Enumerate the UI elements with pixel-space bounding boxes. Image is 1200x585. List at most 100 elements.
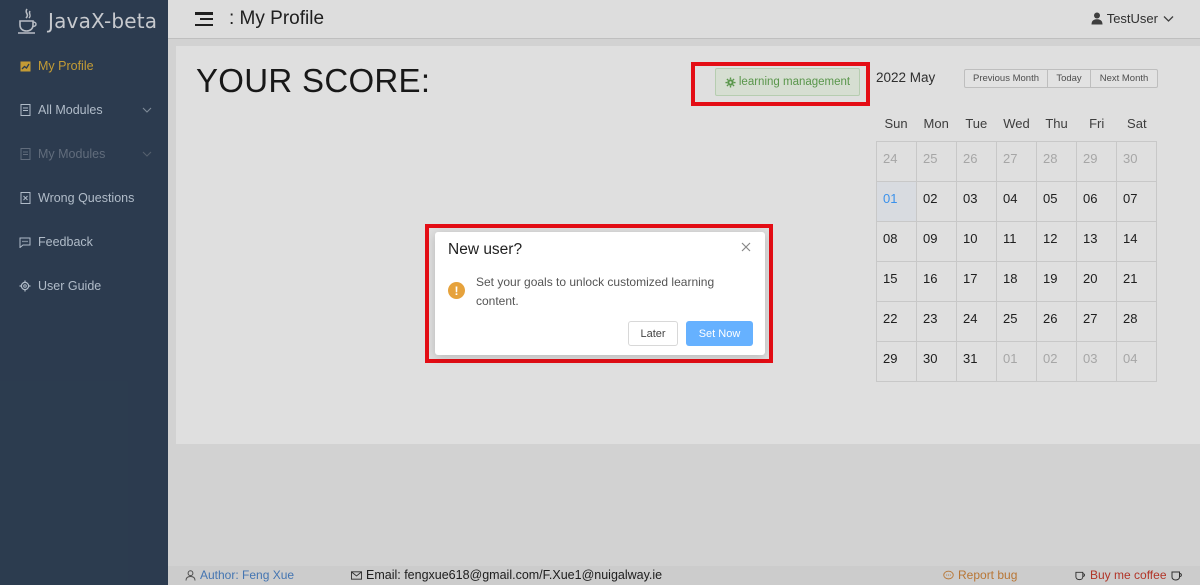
weekday-label: Sun: [884, 116, 908, 131]
email-info: Email: fengxue618@gmail.com/F.Xue1@nuiga…: [351, 568, 662, 582]
user-icon: [185, 569, 196, 581]
buy-coffee-link[interactable]: Buy me coffee: [1075, 568, 1183, 582]
calendar-day-cell[interactable]: 11: [997, 222, 1037, 262]
top-header: : My Profile TestUser: [168, 0, 1200, 39]
calendar-day-cell[interactable]: 24: [957, 302, 997, 342]
calendar-day-cell[interactable]: 29: [877, 342, 917, 382]
sidebar-item-label: Wrong Questions: [38, 191, 135, 205]
calendar-day-cell[interactable]: 12: [1037, 222, 1077, 262]
weekday-label: Mon: [923, 116, 949, 131]
chevron-down-icon: [1163, 16, 1174, 22]
weekday-label: Thu: [1045, 116, 1068, 131]
author-link[interactable]: Author: Feng Xue: [185, 568, 294, 582]
calendar-day-cell[interactable]: 01: [877, 182, 917, 222]
calendar-day-cell[interactable]: 13: [1077, 222, 1117, 262]
coffee-cup-icon: [1075, 571, 1085, 580]
calendar-day-cell[interactable]: 15: [877, 262, 917, 302]
new-user-dialog: New user? ! Set your goals to unlock cus…: [435, 232, 765, 355]
user-menu[interactable]: TestUser: [1091, 11, 1174, 26]
dialog-title: New user?: [448, 241, 523, 258]
calendar-day-cell[interactable]: 27: [997, 142, 1037, 182]
calendar-day-cell[interactable]: 19: [1037, 262, 1077, 302]
calendar-week-row: 15 16 17 18 19 20 21: [877, 262, 1157, 302]
sidebar-item-my-modules[interactable]: My Modules: [0, 132, 168, 176]
calendar-title: 2022 May: [876, 70, 936, 85]
calendar-day-cell[interactable]: 03: [957, 182, 997, 222]
calendar-day-cell[interactable]: 27: [1077, 302, 1117, 342]
calendar-day-cell[interactable]: 16: [917, 262, 957, 302]
calendar-day-cell[interactable]: 22: [877, 302, 917, 342]
today-button[interactable]: Today: [1048, 70, 1091, 87]
dialog-message: Set your goals to unlock customized lear…: [476, 275, 715, 308]
calendar-day-cell[interactable]: 14: [1117, 222, 1157, 262]
calendar-day-cell[interactable]: 06: [1077, 182, 1117, 222]
user-icon: [1091, 12, 1103, 25]
calendar-day-cell[interactable]: 25: [997, 302, 1037, 342]
calendar-day-cell[interactable]: 09: [917, 222, 957, 262]
calendar-day-cell[interactable]: 29: [1077, 142, 1117, 182]
next-month-button[interactable]: Next Month: [1091, 70, 1157, 87]
sidebar-item-label: User Guide: [38, 279, 102, 293]
email-text: Email: fengxue618@gmail.com/F.Xue1@nuiga…: [366, 568, 663, 582]
calendar-day-cell[interactable]: 20: [1077, 262, 1117, 302]
java-cup-icon: [18, 8, 37, 34]
calendar-day-cell[interactable]: 02: [1037, 342, 1077, 382]
previous-month-button[interactable]: Previous Month: [965, 70, 1048, 87]
calendar-day-cell[interactable]: 10: [957, 222, 997, 262]
set-now-button[interactable]: Set Now: [686, 321, 753, 346]
calendar-day-cell[interactable]: 07: [1117, 182, 1157, 222]
sidebar-item-all-modules[interactable]: All Modules: [0, 88, 168, 132]
calendar-day-cell[interactable]: 21: [1117, 262, 1157, 302]
calendar-day-cell[interactable]: 02: [917, 182, 957, 222]
calendar-grid: Sun Mon Tue Wed Thu Fri Sat 24 25 26 27 28 29 30 01 02…: [876, 116, 1157, 382]
calendar-day-cell[interactable]: 28: [1117, 302, 1157, 342]
document-icon: [19, 104, 31, 116]
calendar-day-cell[interactable]: 26: [957, 142, 997, 182]
calendar-day-cell[interactable]: 08: [877, 222, 917, 262]
calendar-week-row: 01 02 03 04 05 06 07: [877, 182, 1157, 222]
chat-icon: [943, 570, 954, 579]
calendar-day-cell[interactable]: 01: [997, 342, 1037, 382]
sidebar-item-feedback[interactable]: Feedback: [0, 220, 168, 264]
coffee-cup-icon: [1171, 571, 1182, 581]
calendar-day-cell[interactable]: 23: [917, 302, 957, 342]
calendar-day-cell[interactable]: 24: [877, 142, 917, 182]
logo[interactable]: JavaX-beta: [0, 0, 168, 42]
calendar-nav: Previous Month Today Next Month: [964, 69, 1158, 88]
footer: Author: Feng Xue Email: fengxue618@gmail…: [168, 566, 1200, 585]
calendar-week-row: 22 23 24 25 26 27 28: [877, 302, 1157, 342]
calendar-day-cell[interactable]: 03: [1077, 342, 1117, 382]
menu-toggle-icon[interactable]: [195, 12, 213, 26]
error-document-icon: [19, 192, 31, 204]
calendar-day-cell[interactable]: 28: [1037, 142, 1077, 182]
calendar-day-cell[interactable]: 05: [1037, 182, 1077, 222]
buy-coffee-text: Buy me coffee: [1090, 568, 1167, 582]
calendar-day-cell[interactable]: 04: [997, 182, 1037, 222]
calendar-day-cell[interactable]: 31: [957, 342, 997, 382]
sidebar-item-user-guide[interactable]: User Guide: [0, 264, 168, 308]
close-icon[interactable]: [741, 242, 751, 252]
calendar-day-cell[interactable]: 18: [997, 262, 1037, 302]
report-bug-link[interactable]: Report bug: [943, 568, 1017, 582]
calendar-day-cell[interactable]: 04: [1117, 342, 1157, 382]
calendar-weekday-header: Sun Mon Tue Wed Thu Fri Sat: [876, 116, 1157, 133]
calendar-day-cell[interactable]: 30: [1117, 142, 1157, 182]
calendar-week-row: 24 25 26 27 28 29 30: [877, 142, 1157, 182]
weekday-label: Tue: [965, 116, 988, 131]
calendar-day-cell[interactable]: 25: [917, 142, 957, 182]
calendar-body: 24 25 26 27 28 29 30 01 02 03 04 05 06 07 08 09 10 11 12 13…: [876, 141, 1157, 382]
weekday-label: Fri: [1089, 116, 1105, 131]
author-text: Author: Feng Xue: [200, 568, 295, 582]
sidebar-item-wrong-questions[interactable]: Wrong Questions: [0, 176, 168, 220]
sidebar-item-label: All Modules: [38, 103, 103, 117]
calendar-day-cell[interactable]: 30: [917, 342, 957, 382]
later-button[interactable]: Later: [628, 321, 678, 346]
chart-icon: [19, 60, 31, 72]
calendar-week-row: 08 09 10 11 12 13 14: [877, 222, 1157, 262]
weekday-label: Wed: [1003, 116, 1030, 131]
calendar-day-cell[interactable]: 26: [1037, 302, 1077, 342]
calendar-day-cell[interactable]: 17: [957, 262, 997, 302]
weekday-label: Sat: [1127, 116, 1147, 131]
sidebar-item-my-profile[interactable]: My Profile: [0, 44, 168, 88]
chat-icon: [19, 236, 31, 248]
